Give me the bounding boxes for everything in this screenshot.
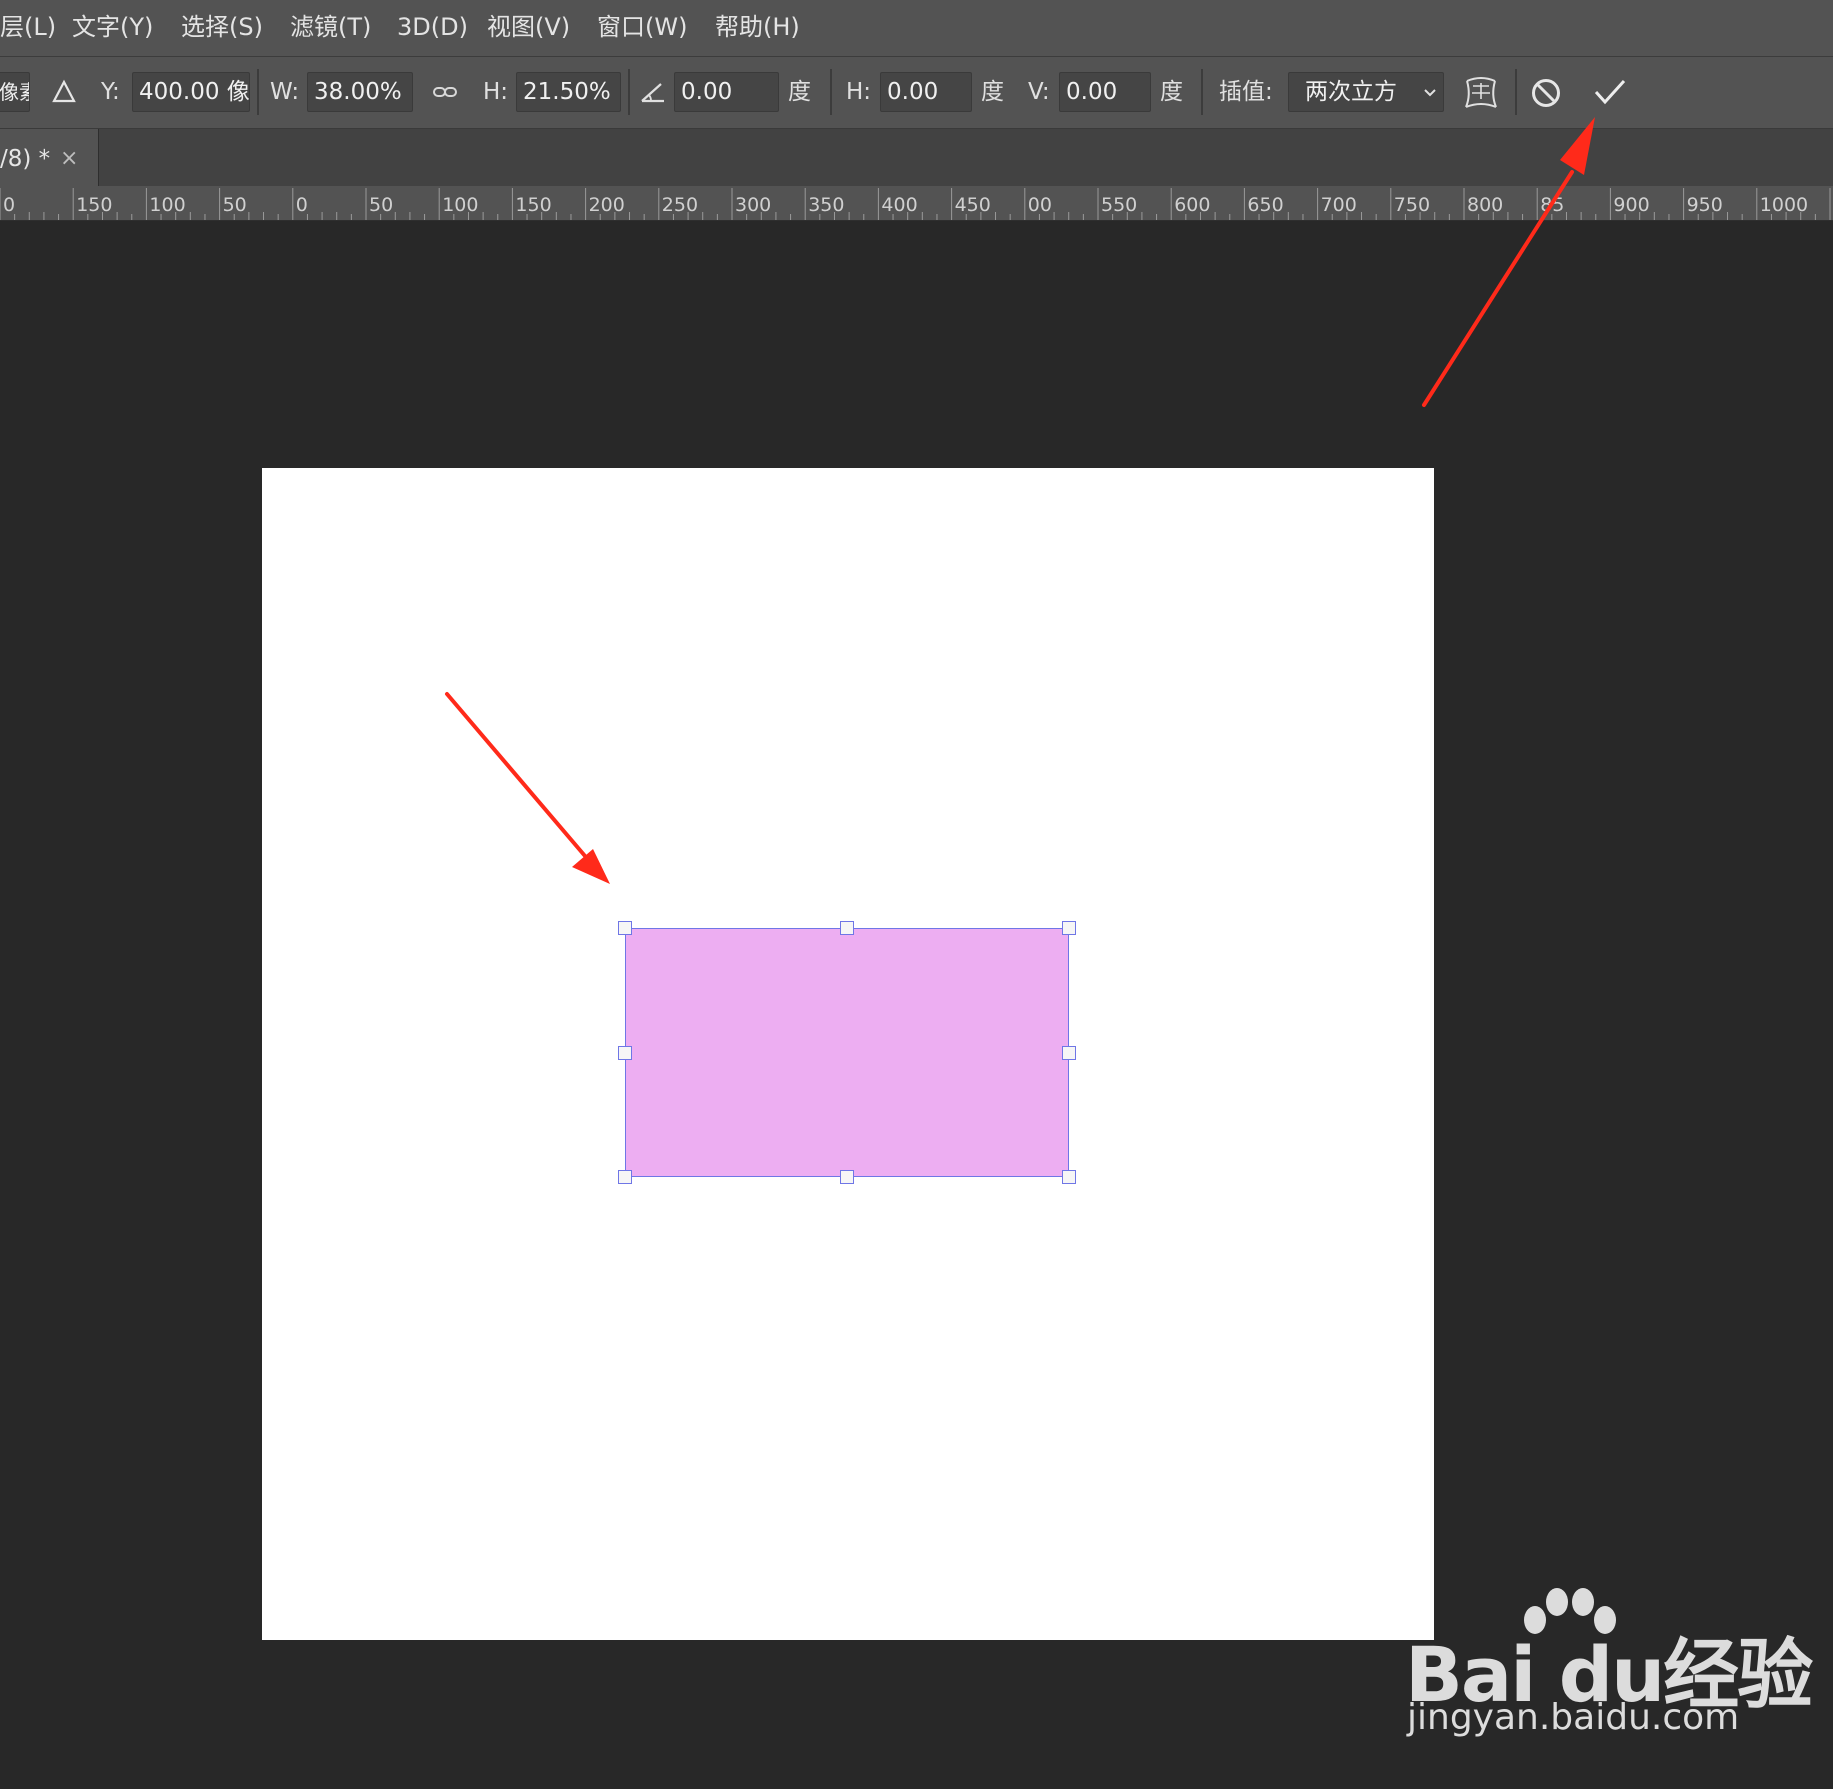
watermark-url: jingyan.baidu.com — [1407, 1697, 1740, 1738]
red-arrow-to-commit — [1422, 117, 1595, 407]
annotation-overlay — [445, 117, 1595, 884]
baidu-jingyan-watermark: Bai du经验 jingyan.baidu.com — [1405, 1588, 1813, 1750]
red-arrow-to-shape — [445, 692, 610, 884]
